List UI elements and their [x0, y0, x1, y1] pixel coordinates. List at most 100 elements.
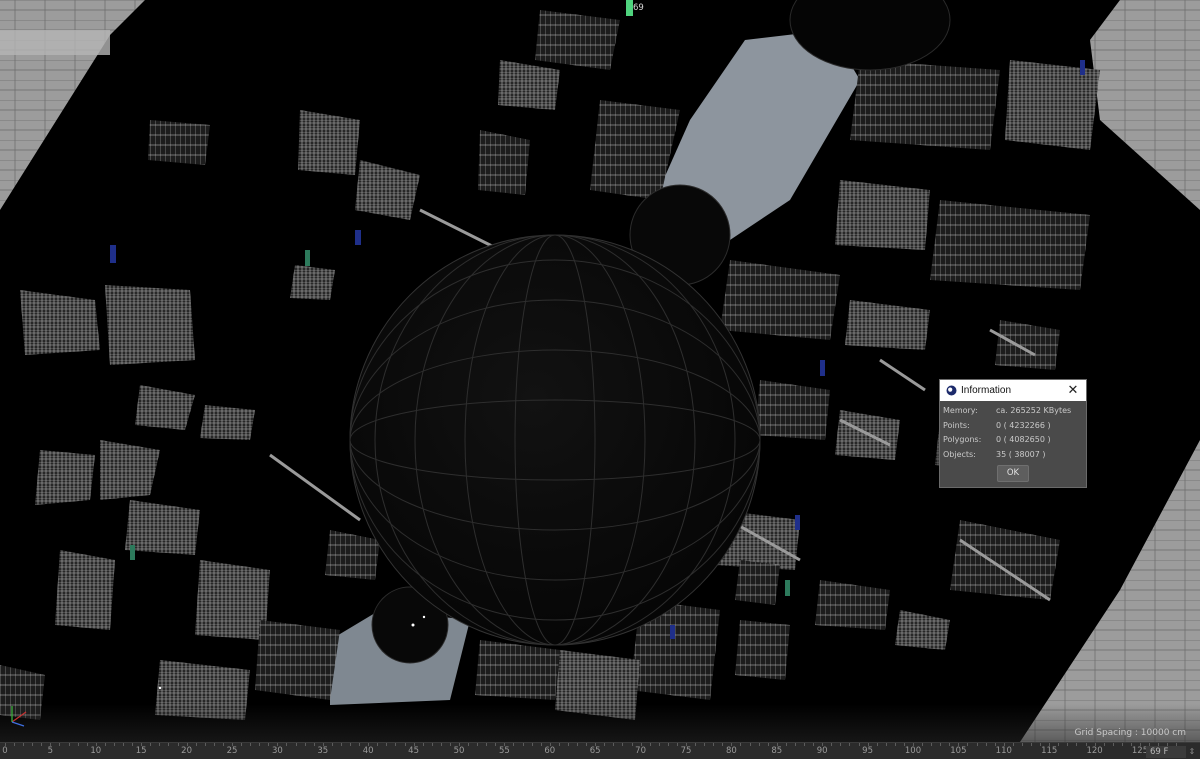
timeline-tick: [186, 743, 188, 746]
timeline-tick: [1140, 743, 1141, 746]
timeline-tick: [50, 743, 52, 746]
timeline-tick: [150, 743, 152, 746]
timeline-tick: [1012, 743, 1014, 746]
timeline-tick: [595, 743, 597, 746]
timeline-tick-label: 110: [995, 746, 1012, 756]
timeline-tick: [1076, 743, 1078, 746]
timeline-tick: [477, 743, 479, 746]
timeline-tick: [976, 743, 978, 746]
timeline-tick: [649, 743, 651, 746]
dialog-title: Information: [961, 385, 1012, 396]
timeline-tick: [731, 743, 733, 746]
timeline-tick: [913, 743, 914, 746]
timeline-tick: [77, 743, 79, 746]
timeline-tick: [359, 743, 361, 746]
timeline-tick: [431, 743, 433, 746]
timeline-tick: [1112, 743, 1114, 746]
timeline-tick: [413, 743, 415, 746]
timeline-tick: [268, 743, 270, 746]
close-icon[interactable]: ✕: [1066, 383, 1080, 397]
timeline-tick: [222, 743, 224, 746]
timeline-tick-label: 20: [181, 746, 193, 756]
timeline-tick: [5, 743, 6, 746]
timeline-tick: [540, 743, 542, 746]
timeline-tick: [531, 743, 533, 746]
3d-viewport[interactable]: [0, 0, 1200, 742]
timeline-tick: [822, 743, 824, 746]
timeline-tick: [849, 743, 851, 746]
frame-input[interactable]: 69 F: [1146, 746, 1186, 758]
timeline-tick: [1003, 743, 1005, 746]
info-key: Polygons:: [943, 435, 982, 444]
info-key: Points:: [943, 421, 970, 430]
timeline-playhead[interactable]: [626, 0, 633, 16]
timeline-tick-label: 50: [453, 746, 465, 756]
timeline-tick-label: 120: [1086, 746, 1103, 756]
info-value: 35 ( 38007 ): [996, 450, 1046, 459]
timeline-tick: [123, 743, 125, 746]
timeline-tick: [676, 743, 678, 746]
main-sphere: [349, 234, 761, 646]
timeline-tick: [350, 743, 352, 746]
timeline-tick-label: 0: [2, 746, 8, 756]
floor-strip-top-left: [0, 30, 110, 55]
info-value: 0 ( 4082650 ): [996, 435, 1051, 444]
timeline-tick: [468, 743, 470, 746]
timeline-tick: [1021, 743, 1023, 746]
timeline-tick: [59, 743, 61, 746]
timeline-tick: [794, 743, 796, 746]
dialog-titlebar[interactable]: Information ✕: [940, 380, 1086, 401]
ok-button[interactable]: OK: [997, 465, 1029, 482]
timeline-tick-label: 55: [498, 746, 510, 756]
timeline-tick: [1067, 743, 1069, 746]
timeline-tick: [758, 743, 760, 746]
timeline-tick: [704, 743, 706, 746]
timeline-tick: [95, 743, 97, 746]
timeline-tick: [304, 743, 306, 746]
timeline-tick: [586, 743, 588, 746]
timeline-ruler[interactable]: 0 5 10 15 20 25 30 35 40 45 50 55 60 65 70 75 80 85 90 95 10…: [0, 742, 1200, 759]
timeline-tick: [204, 743, 206, 746]
current-frame-label: 69: [633, 3, 644, 13]
up-down-arrows-icon[interactable]: ⇕: [1187, 746, 1197, 758]
timeline-tick-label: 15: [135, 746, 147, 756]
timeline-tick: [658, 743, 660, 746]
timeline-tick-label: 80: [725, 746, 737, 756]
timeline-tick: [686, 743, 687, 746]
viewport-hud-strip: [0, 704, 1200, 742]
timeline-tick: [1103, 743, 1105, 746]
timeline-tick: [459, 743, 460, 746]
timeline-tick: [132, 743, 134, 746]
timeline-tick: [894, 743, 896, 746]
timeline-tick: [858, 743, 860, 746]
timeline-tick: [250, 743, 252, 746]
axis-gizmo-icon: [11, 706, 27, 727]
timeline-tick-label: 75: [680, 746, 692, 756]
timeline-tick-label: 35: [317, 746, 329, 756]
floor-plane-top-right: [1090, 0, 1200, 210]
timeline-tick: [259, 743, 261, 746]
timeline-tick: [1031, 743, 1033, 746]
timeline-tick-label: 70: [635, 746, 647, 756]
timeline-tick: [295, 743, 297, 746]
grid-spacing-label: Grid Spacing : 10000 cm: [1074, 728, 1186, 738]
timeline-tick: [377, 743, 379, 746]
timeline-tick: [867, 743, 869, 746]
timeline-tick: [395, 743, 397, 746]
timeline-tick: [313, 743, 315, 746]
timeline-tick: [622, 743, 624, 746]
info-value: ca. 265252 KBytes: [996, 406, 1072, 415]
timeline-tick: [740, 743, 742, 746]
timeline-tick: [14, 743, 16, 746]
timeline-tick: [404, 743, 406, 746]
timeline-tick: [577, 743, 579, 746]
timeline-tick: [522, 743, 524, 746]
timeline-tick-label: 100: [904, 746, 922, 756]
timeline-tick-label: 90: [816, 746, 828, 756]
info-key: Memory:: [943, 406, 978, 415]
timeline-tick: [195, 743, 197, 746]
timeline-tick: [613, 743, 615, 746]
info-key: Objects:: [943, 450, 976, 459]
timeline-tick: [631, 743, 633, 746]
timeline-tick: [495, 743, 497, 746]
